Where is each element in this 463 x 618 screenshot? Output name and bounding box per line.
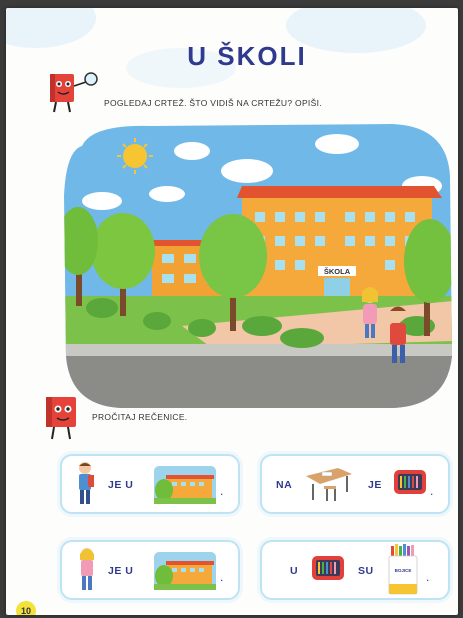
sentence-3-words: JE U	[108, 565, 134, 577]
sentence-2-word-1: NA	[276, 479, 293, 491]
sentence-3-period: .	[220, 570, 224, 584]
school-building-icon	[154, 552, 216, 590]
boy-with-backpack-icon	[79, 462, 94, 504]
school-desk-icon	[306, 468, 352, 501]
cloud	[149, 186, 185, 202]
sentence-card-2: NA JE .	[260, 454, 450, 514]
page-number: 10	[16, 601, 36, 615]
sentence-card-4: U SU BOJICE .	[260, 540, 450, 600]
book-mascot-icon	[46, 397, 76, 440]
girl-icon	[80, 548, 94, 590]
sentence-4-period: .	[426, 570, 430, 584]
pencil-case-icon	[394, 470, 426, 494]
sentence-4-word-1: U	[290, 565, 299, 577]
book-mascot-magnifier-icon	[50, 72, 98, 113]
sentence-1-words: JE U	[108, 479, 134, 491]
sentence-1-period: .	[220, 484, 224, 498]
crayon-box-label: BOJICE	[394, 568, 412, 573]
cloud	[315, 134, 359, 154]
school-scene-illustration: ŠKOLA	[64, 124, 452, 408]
sentence-2-period: .	[430, 484, 434, 498]
sentence-card-3: JE U .	[60, 540, 240, 600]
sentence-card-1: JE U .	[60, 454, 240, 514]
cloud	[221, 159, 273, 183]
page-title: U ŠKOLI	[187, 41, 307, 71]
task2-instruction: PROČITAJ REČENICE.	[92, 412, 188, 422]
pencil-case-icon	[312, 556, 344, 580]
road	[64, 356, 452, 408]
school-sign: ŠKOLA	[324, 267, 351, 276]
school-building-icon	[154, 466, 216, 504]
sentence-4-word-2: SU	[358, 565, 374, 577]
sentence-2-word-2: JE	[368, 479, 382, 491]
cloud	[174, 142, 210, 160]
task1-instruction: POGLEDAJ CRTEŽ. ŠTO VIDIŠ NA CRTEŽU? OPI…	[104, 98, 322, 108]
workbook-page: U ŠKOLI POGLEDAJ CRTEŽ. ŠTO VIDIŠ NA CRT…	[6, 8, 458, 615]
cloud	[82, 192, 122, 210]
